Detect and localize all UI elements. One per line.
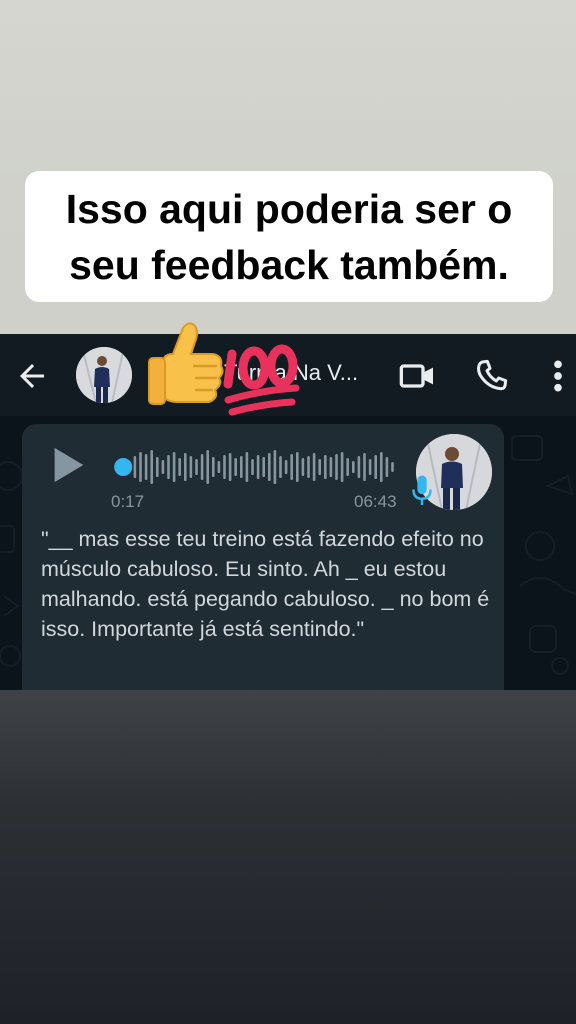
waveform-bar: [340, 452, 344, 482]
waveform-bar: [324, 455, 327, 479]
audio-waveform[interactable]: [102, 444, 402, 490]
waveform-bar: [318, 459, 321, 475]
caption-line-2: seu feedback também.: [69, 241, 509, 288]
duration-time: 06:43: [354, 492, 397, 511]
waveform-bar: [156, 457, 159, 477]
waveform-bar: [217, 461, 221, 473]
waveform-bar: [228, 453, 232, 481]
waveform-bar: [245, 452, 249, 482]
waveform-bar: [161, 460, 165, 474]
voice-transcript: "__ mas esse teu treino está fazendo efe…: [41, 527, 490, 641]
person-photo: [76, 347, 132, 403]
waveform-bar: [206, 450, 209, 484]
phone-icon[interactable]: [472, 356, 512, 396]
arrow-left-icon[interactable]: [14, 358, 50, 394]
caption-line-1: Isso aqui poderia ser o: [65, 185, 513, 232]
waveform-bar: [144, 454, 148, 480]
waveform-bar: [195, 459, 198, 475]
waveform-bar: [312, 453, 316, 481]
waveform-bar: [178, 458, 181, 476]
waveform-bar: [262, 457, 265, 477]
playback-handle[interactable]: [114, 458, 133, 476]
waveform-bar: [357, 456, 361, 478]
waveform-bar: [200, 454, 204, 480]
waveform-bar: [363, 453, 366, 481]
thumbs-up-emoji: [148, 322, 224, 405]
waveform-bar: [150, 450, 153, 484]
elapsed-time: 0:17: [111, 492, 145, 511]
waveform-bar: [256, 455, 260, 479]
video-camera-icon[interactable]: [398, 356, 438, 396]
waveform-bar: [133, 456, 137, 478]
story-caption: Isso aqui poderia ser o seu feedback tam…: [25, 171, 553, 302]
waveform-bar: [368, 459, 372, 475]
waveform-bar: [223, 455, 226, 479]
waveform-bar: [290, 454, 293, 480]
waveform-bar: [251, 459, 254, 475]
waveform-bar: [385, 457, 389, 477]
waveform-bar: [139, 452, 142, 482]
waveform-bar: [172, 452, 176, 482]
waveform-bar: [279, 456, 282, 478]
waveform-bar: [240, 456, 243, 478]
waveform-bar: [374, 455, 377, 479]
waveform-bar: [307, 456, 310, 478]
play-icon[interactable]: [48, 444, 88, 486]
voice-message-bubble[interactable]: 0:17 06:43 "__ mas esse teu treino está …: [22, 424, 504, 690]
waveform-bar: [234, 458, 237, 476]
waveform-bar: [268, 453, 271, 481]
more-vertical-icon[interactable]: [544, 356, 572, 396]
contact-avatar[interactable]: [76, 347, 132, 403]
waveform-bar: [189, 456, 193, 478]
waveform-bar: [212, 457, 215, 477]
waveform-bar: [346, 458, 349, 476]
waveform-bar: [167, 455, 170, 479]
waveform-bar: [273, 450, 277, 484]
waveform-bar: [301, 458, 305, 476]
waveform-bar: [335, 454, 338, 480]
waveform-bar: [329, 457, 333, 477]
waveform-bar: [391, 462, 394, 472]
waveform-bar: [184, 453, 187, 481]
chat-header: Turma Na V...: [0, 322, 576, 416]
microphone-icon: [412, 475, 432, 505]
story-bottom-background: [0, 690, 576, 1024]
waveform-bar: [284, 460, 288, 474]
waveform-bar: [296, 452, 299, 482]
waveform-bar: [352, 461, 355, 473]
hundred-points-emoji: [223, 344, 300, 416]
waveform-bar: [380, 452, 383, 482]
